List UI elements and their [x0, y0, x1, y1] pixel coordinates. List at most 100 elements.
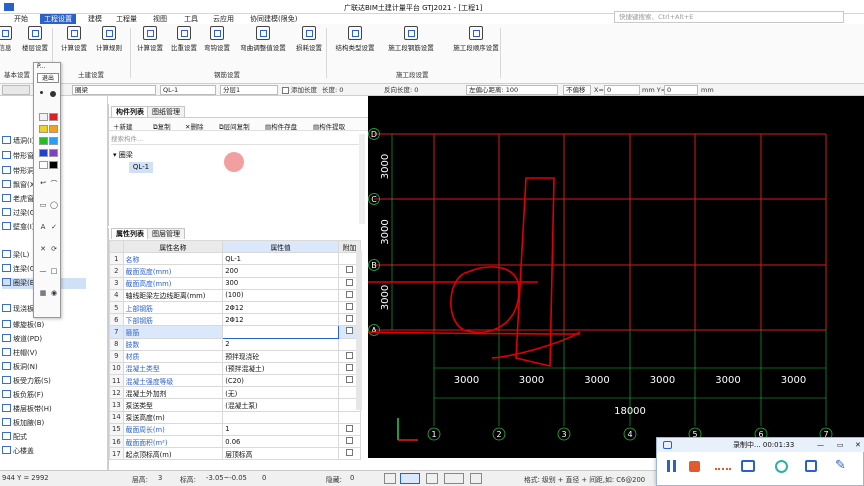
property-value[interactable]: 预拌现浇砼	[222, 349, 340, 363]
minimize-icon[interactable]: —	[817, 438, 824, 452]
menu-4[interactable]: 视图	[153, 14, 167, 24]
stop-icon[interactable]	[689, 461, 700, 472]
ribbon-button-9[interactable]: 结构类型设置	[332, 26, 378, 62]
menu-7[interactable]: 协同建模(限免)	[250, 14, 297, 24]
delete-button[interactable]: ✕删除	[185, 122, 203, 132]
palette-tool-11[interactable]: ◉	[49, 289, 59, 297]
attach-checkbox[interactable]	[346, 315, 354, 323]
measure-icon[interactable]	[470, 473, 482, 484]
nav-item-7[interactable]: 梁(L)	[2, 250, 29, 261]
length-field[interactable]: 长度: 0	[322, 85, 343, 95]
ribbon-button-10[interactable]: 施工段钢筋设置	[382, 26, 440, 62]
palette-tool-5[interactable]: ✓	[49, 223, 59, 231]
pause-icon-bar-a[interactable]	[667, 460, 670, 472]
add-length-checkbox[interactable]	[282, 87, 289, 94]
property-value[interactable]	[222, 325, 340, 339]
attach-checkbox[interactable]	[346, 290, 354, 298]
color-swatch-9[interactable]	[49, 161, 58, 169]
attach-checkbox[interactable]	[346, 363, 354, 371]
y-input[interactable]: 0	[664, 85, 698, 95]
component-scrollbar[interactable]	[359, 134, 365, 224]
attach-checkbox[interactable]	[346, 303, 354, 311]
attach-checkbox[interactable]	[346, 376, 354, 384]
screen-annotate-icon[interactable]	[741, 460, 755, 472]
color-swatch-5[interactable]	[49, 137, 58, 145]
property-value[interactable]: 200	[222, 264, 340, 278]
attach-checkbox[interactable]	[346, 327, 354, 335]
nav-item-18[interactable]: 板加腋(B)	[2, 418, 44, 429]
property-scrollbar[interactable]	[356, 250, 362, 410]
ribbon-button-5[interactable]: 比重设置	[168, 26, 200, 62]
webcam-icon[interactable]	[775, 460, 788, 473]
attach-checkbox[interactable]	[346, 278, 354, 286]
property-row[interactable]: 3 截面高度(mm) 300	[109, 276, 361, 290]
property-value[interactable]: 层顶标高	[222, 447, 340, 461]
dot-small-icon[interactable]	[40, 91, 43, 94]
property-value[interactable]: 300	[222, 276, 340, 290]
palette-tool-7[interactable]: ⟳	[49, 245, 59, 253]
color-swatch-0[interactable]	[39, 113, 48, 121]
palette-tool-1[interactable]: ⌒	[49, 179, 59, 189]
dot-large-icon[interactable]	[50, 91, 56, 97]
nav-item-11[interactable]: 螺旋板(B)	[2, 320, 44, 331]
color-swatch-2[interactable]	[39, 125, 48, 133]
attach-checkbox[interactable]	[346, 351, 354, 359]
ribbon-button-1[interactable]: 楼层设置	[18, 26, 52, 62]
menu-0[interactable]: 开始	[14, 14, 28, 24]
copy-button[interactable]: ⧉复制	[153, 122, 171, 132]
extract-component-button[interactable]: ▤构件提取	[313, 122, 345, 132]
color-swatch-1[interactable]	[49, 113, 58, 121]
property-value[interactable]: 0.06	[222, 434, 340, 449]
pen-icon[interactable]: ✎	[835, 458, 846, 473]
offset-field[interactable]: 左偏心距离: 100	[466, 85, 558, 95]
palette-tool-4[interactable]: A	[38, 223, 48, 231]
property-row[interactable]: 16 截面面积(m²) 0.06	[109, 434, 361, 449]
pen-width-icon[interactable]	[715, 468, 731, 470]
ribbon-button-4[interactable]: 计算设置	[134, 26, 166, 62]
attach-checkbox[interactable]	[346, 449, 354, 457]
nav-item-20[interactable]: 心楼盖	[2, 446, 34, 457]
color-swatch-6[interactable]	[39, 149, 48, 157]
nav-item-4[interactable]: 老虎窗	[2, 194, 34, 205]
color-swatch-3[interactable]	[49, 125, 58, 133]
layer-copy-button[interactable]: ⧉层间复制	[219, 122, 250, 132]
property-row[interactable]: 2 截面宽度(mm) 200	[109, 264, 361, 278]
nav-item-15[interactable]: 板受力筋(S)	[2, 376, 51, 387]
ribbon-button-0[interactable]: 信息	[0, 26, 18, 62]
menu-2[interactable]: 建模	[88, 14, 102, 24]
ribbon-button-2[interactable]: 计算设置	[58, 26, 90, 62]
tab-component-list[interactable]: 构件列表	[111, 106, 149, 117]
attach-checkbox[interactable]	[346, 437, 354, 445]
nav-item-16[interactable]: 板负筋(F)	[2, 390, 44, 401]
attach-checkbox[interactable]	[346, 266, 354, 274]
property-row[interactable]: 11 混凝土强度等级 (C20)	[109, 374, 361, 388]
nav-item-2[interactable]: 带形洞	[2, 166, 34, 177]
property-row[interactable]: 15 截面周长(m) 1	[109, 422, 361, 437]
type-select[interactable]: 圈梁	[72, 85, 156, 95]
property-row[interactable]: 10 混凝土类型 (预拌混凝土)	[109, 361, 361, 376]
color-swatch-7[interactable]	[49, 149, 58, 157]
tree-node-ring-beam[interactable]: ▾ 圈梁	[113, 150, 133, 160]
palette-tool-10[interactable]: ▦	[38, 289, 48, 297]
property-row[interactable]: 13 泵送类型 (混凝土泵)	[109, 398, 361, 412]
property-value[interactable]: (100)	[222, 288, 340, 302]
component-search-input[interactable]: 搜索构件...	[111, 134, 365, 145]
x-input[interactable]: 0	[604, 85, 640, 95]
property-value[interactable]: (C20)	[222, 374, 340, 388]
palette-tool-3[interactable]: ◯	[49, 201, 59, 209]
menu-3[interactable]: 工程量	[116, 14, 137, 24]
new-button[interactable]: ＋新建	[113, 122, 133, 132]
palette-tool-6[interactable]: ✕	[38, 245, 48, 253]
save-component-button[interactable]: ▤构件存盘	[265, 122, 297, 132]
property-row[interactable]: 9 材质 预拌现浇砼	[109, 349, 361, 363]
palette-tool-0[interactable]: ↩	[38, 179, 48, 187]
nav-item-6[interactable]: 壁龛(I)	[2, 222, 35, 233]
drawing-canvas[interactable]: D C B A 1 2 3 4 5 6 7 3000 3000 3000 3000 3000 3000 3000 3…	[219, 96, 864, 458]
settings-icon[interactable]	[805, 460, 817, 472]
angle-tool-icon[interactable]	[444, 473, 464, 484]
ribbon-button-3[interactable]: 计算规则	[92, 26, 126, 62]
close-icon[interactable]: ✕	[855, 438, 861, 452]
ribbon-button-8[interactable]: 损耗设置	[292, 26, 326, 62]
nav-item-0[interactable]: 墙洞(I)	[2, 136, 35, 147]
layer-select[interactable]: 分层1	[220, 85, 278, 95]
